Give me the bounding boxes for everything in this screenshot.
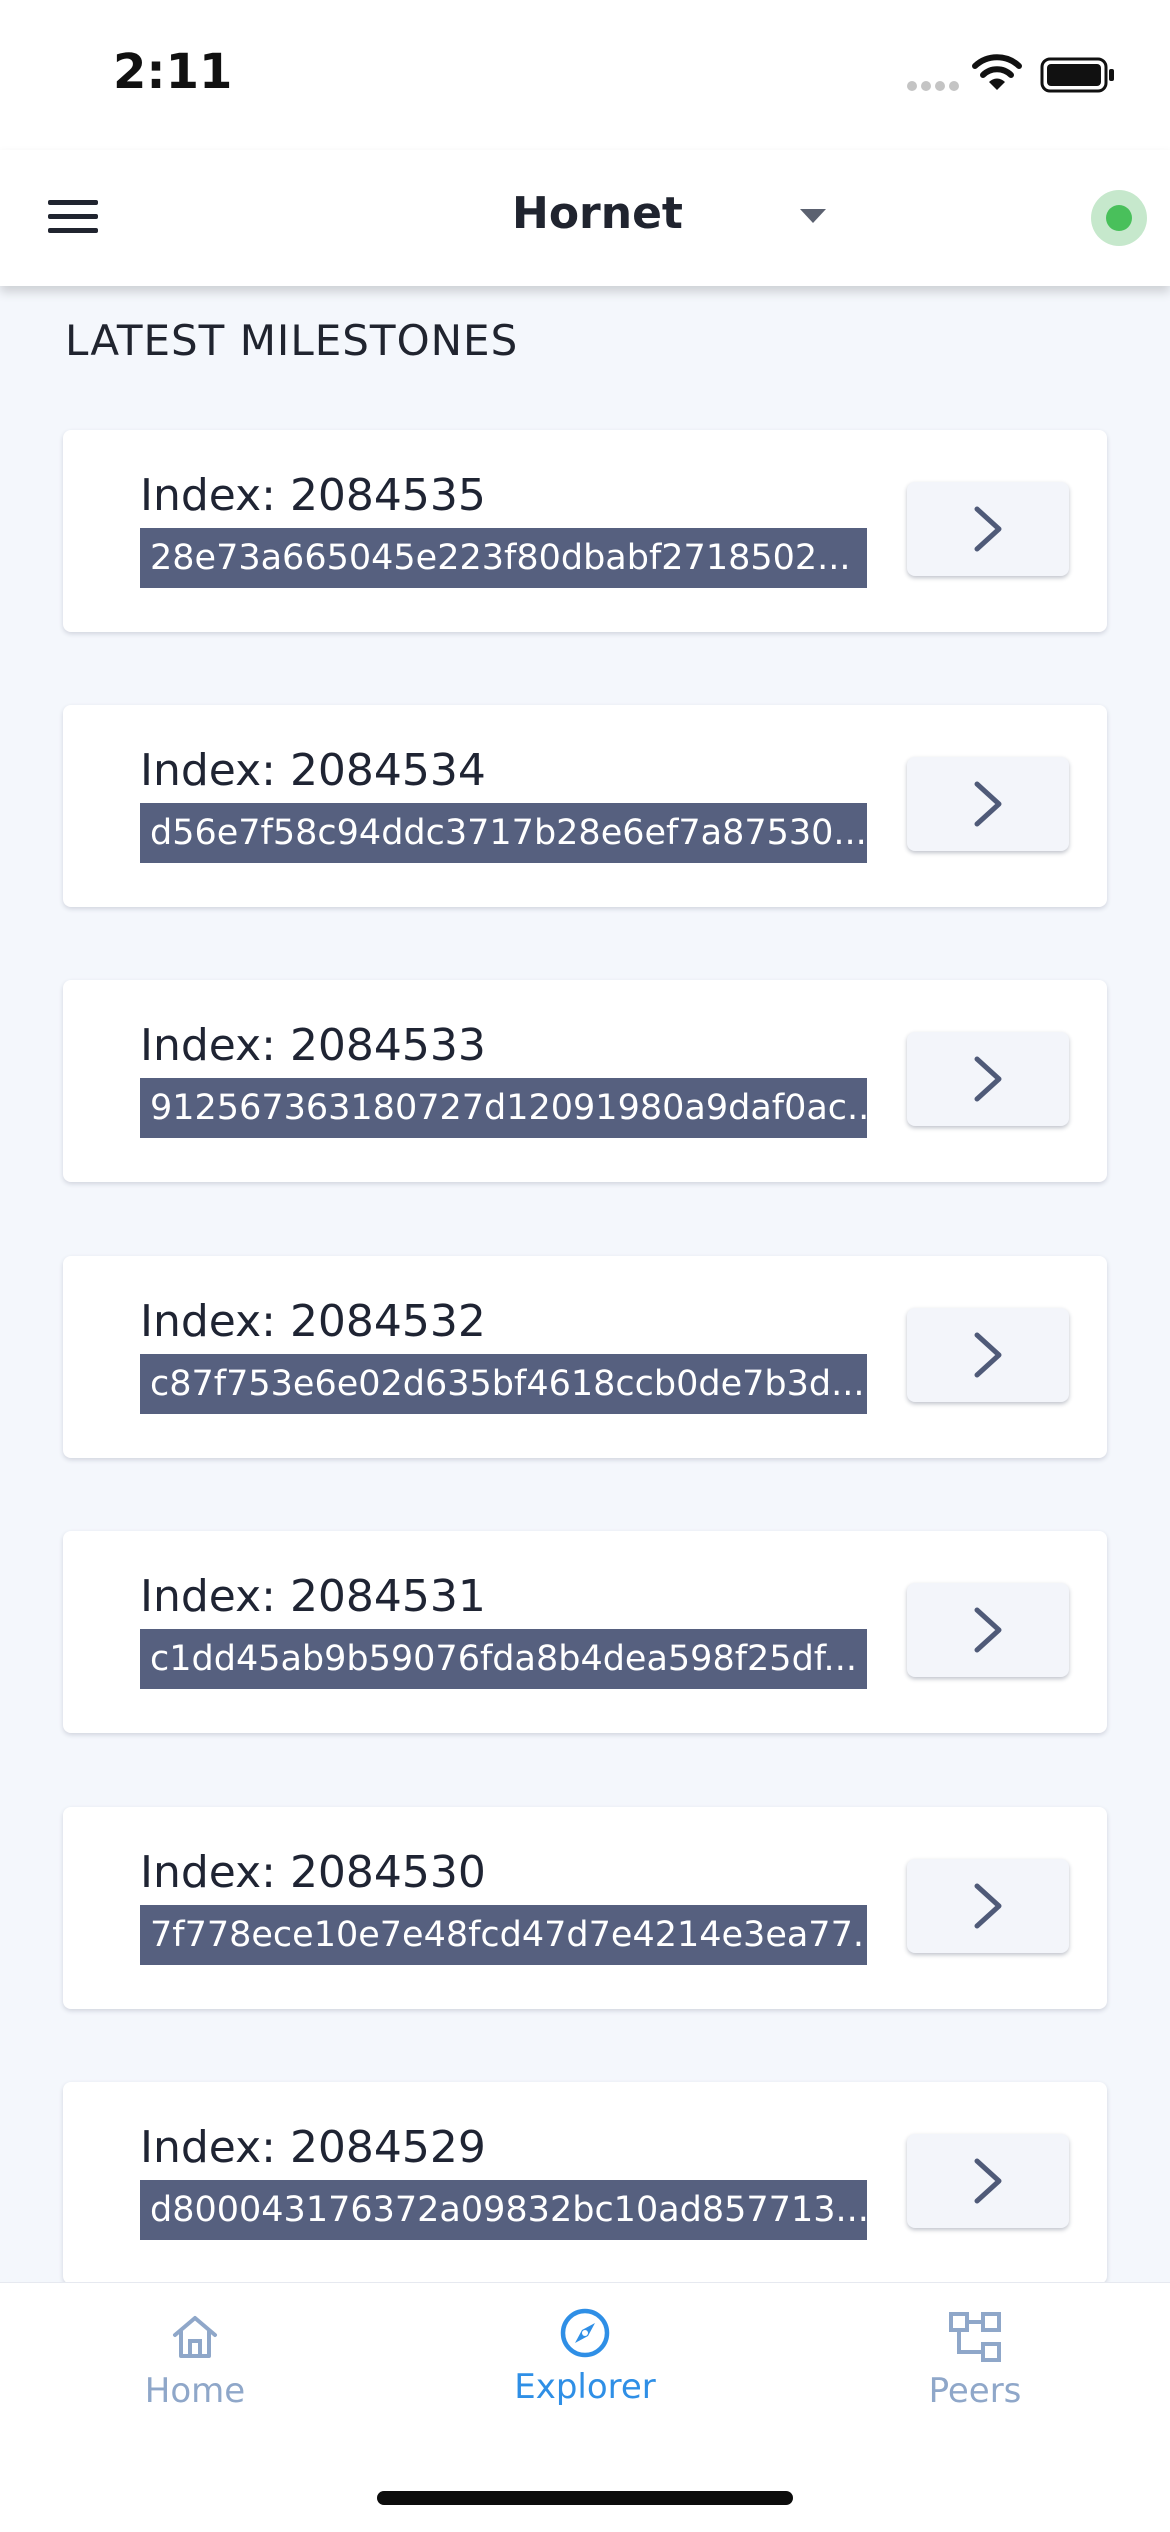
status-time: 2:11 [113, 44, 233, 100]
nav-label-home: Home [144, 2371, 246, 2411]
milestone-index: Index: 2084531 [140, 1571, 486, 1622]
peers-network-icon [949, 2312, 1001, 2362]
milestone-card: Index: 2084530 7f778ece10e7e48fcd47d7e42… [63, 1807, 1107, 2009]
nav-tab-peers[interactable]: Peers [825, 2283, 1125, 2433]
caret-down-icon[interactable] [798, 206, 828, 226]
nav-tab-home[interactable]: Home [45, 2283, 345, 2433]
open-milestone-button[interactable] [907, 1859, 1069, 1953]
status-bar: 2:11 [0, 0, 1170, 150]
compass-icon [560, 2308, 610, 2358]
milestone-card: Index: 2084529 d800043176372a09832bc10ad… [63, 2082, 1107, 2284]
chevron-right-icon [974, 1883, 1002, 1929]
node-selector-title[interactable]: Hornet [512, 188, 683, 239]
section-title: LATEST MILESTONES [65, 316, 519, 365]
open-milestone-button[interactable] [907, 757, 1069, 851]
nav-label-peers: Peers [928, 2371, 1022, 2411]
open-milestone-button[interactable] [907, 1308, 1069, 1402]
chevron-right-icon [974, 781, 1002, 827]
nav-label-explorer: Explorer [514, 2367, 656, 2407]
connection-status-indicator [1091, 190, 1147, 246]
milestone-index: Index: 2084530 [140, 1847, 486, 1898]
chevron-right-icon [974, 2158, 1002, 2204]
milestone-card: Index: 2084533 912567363180727d12091980a… [63, 980, 1107, 1182]
milestone-hash: d800043176372a09832bc10ad857713... [140, 2180, 867, 2240]
app-header: Hornet [0, 150, 1170, 286]
open-milestone-button[interactable] [907, 1583, 1069, 1677]
milestone-hash: c87f753e6e02d635bf4618ccb0de7b3d... [140, 1354, 867, 1414]
milestone-hash: c1dd45ab9b59076fda8b4dea598f25df... [140, 1629, 867, 1689]
chevron-right-icon [974, 1056, 1002, 1102]
wifi-icon [972, 54, 1022, 90]
milestone-index: Index: 2084534 [140, 745, 486, 796]
milestone-hash: 28e73a665045e223f80dbabf2718502... [140, 528, 867, 588]
chevron-right-icon [974, 1607, 1002, 1653]
hamburger-menu-icon[interactable] [48, 198, 98, 236]
chevron-right-icon [974, 506, 1002, 552]
cellular-signal-icon [907, 81, 959, 91]
milestone-card: Index: 2084532 c87f753e6e02d635bf4618ccb… [63, 1256, 1107, 1458]
open-milestone-button[interactable] [907, 1032, 1069, 1126]
milestone-index: Index: 2084532 [140, 1296, 486, 1347]
milestone-index: Index: 2084535 [140, 470, 486, 521]
milestone-card: Index: 2084534 d56e7f58c94ddc3717b28e6ef… [63, 705, 1107, 907]
milestone-card: Index: 2084535 28e73a665045e223f80dbabf2… [63, 430, 1107, 632]
open-milestone-button[interactable] [907, 482, 1069, 576]
chevron-right-icon [974, 1332, 1002, 1378]
battery-icon [1040, 57, 1114, 93]
milestone-hash: 912567363180727d12091980a9daf0ac... [140, 1078, 867, 1138]
milestone-index: Index: 2084529 [140, 2122, 486, 2173]
milestone-hash: d56e7f58c94ddc3717b28e6ef7a87530... [140, 803, 867, 863]
milestone-card: Index: 2084531 c1dd45ab9b59076fda8b4dea5… [63, 1531, 1107, 1733]
home-icon [173, 2316, 217, 2358]
home-indicator [377, 2491, 793, 2505]
milestone-hash: 7f778ece10e7e48fcd47d7e4214e3ea77... [140, 1905, 867, 1965]
milestone-index: Index: 2084533 [140, 1020, 486, 1071]
open-milestone-button[interactable] [907, 2134, 1069, 2228]
status-dot [1106, 205, 1132, 231]
nav-tab-explorer[interactable]: Explorer [435, 2283, 735, 2433]
